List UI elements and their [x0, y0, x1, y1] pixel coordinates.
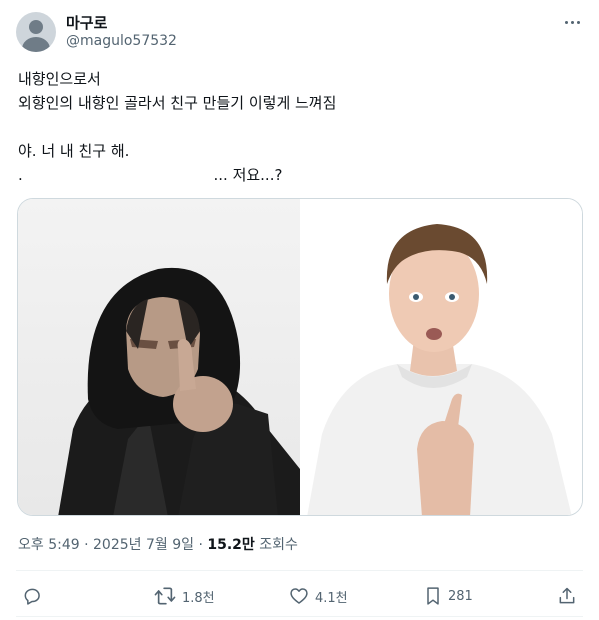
retweet-count: 1.8천 — [182, 590, 215, 606]
like-count: 4.1천 — [315, 590, 348, 606]
divider — [16, 616, 583, 617]
bookmark-button[interactable]: 281 — [424, 583, 473, 609]
media-grid — [17, 198, 583, 516]
divider — [16, 570, 583, 571]
like-button[interactable]: 4.1천 — [289, 583, 348, 609]
media-image-hooded-man[interactable] — [18, 199, 300, 515]
views-label: 조회수 — [254, 537, 298, 553]
tweet-text-line: . ... 저요...? — [18, 166, 283, 184]
tweet-time[interactable]: 오후 5:49 — [18, 537, 80, 553]
tweet-meta: 오후 5:49 · 2025년 7월 9일 · 15.2만 조회수 — [18, 537, 298, 553]
heart-icon — [289, 586, 309, 606]
more-options-icon[interactable] — [562, 14, 584, 30]
tweet-text-line: 외향인의 내향인 골라서 친구 만들기 이렇게 느껴짐 — [18, 94, 337, 112]
share-icon — [557, 586, 577, 606]
default-profile-icon — [29, 20, 43, 34]
tweet-date[interactable]: 2025년 7월 9일 — [93, 537, 194, 553]
user-handle[interactable]: @magulo57532 — [66, 33, 177, 49]
retweet-icon — [154, 586, 176, 606]
reply-button[interactable] — [22, 583, 42, 609]
retweet-button[interactable]: 1.8천 — [154, 583, 215, 609]
tweet-text-line: 야. 너 내 친구 해. — [18, 142, 130, 160]
media-image-surprised-boy[interactable] — [302, 199, 582, 515]
bookmark-icon — [424, 586, 442, 606]
views-count: 15.2만 — [207, 537, 255, 553]
reply-icon — [22, 586, 42, 606]
display-name[interactable]: 마구로 — [66, 12, 107, 33]
bookmark-count: 281 — [448, 588, 473, 604]
avatar[interactable] — [16, 12, 56, 52]
share-button[interactable] — [557, 583, 577, 609]
tweet-text-line: 내향인으로서 — [18, 70, 101, 88]
